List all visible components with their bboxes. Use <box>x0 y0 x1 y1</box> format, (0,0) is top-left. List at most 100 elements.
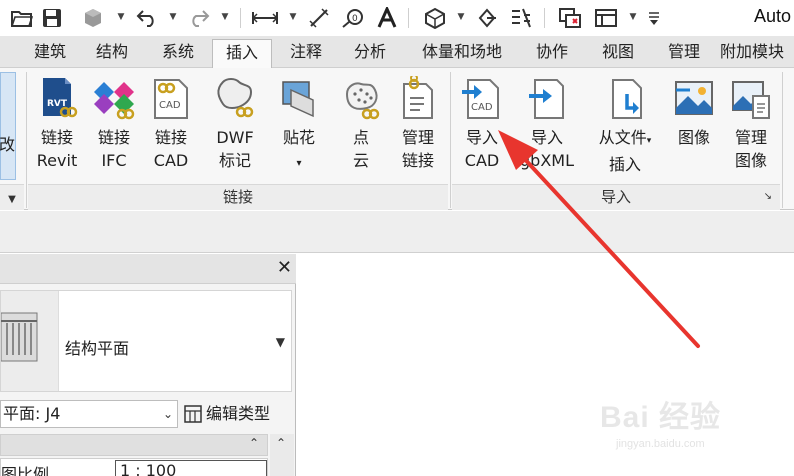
cloud-dropdown-icon[interactable]: ▼ <box>116 10 126 24</box>
watermark-url: jingyan.baidu.com <box>616 438 705 450</box>
link-ifc-label: 链接 IFC <box>97 128 130 170</box>
tab-insert[interactable]: 插入 <box>212 39 272 69</box>
3d-view-icon[interactable] <box>420 6 450 30</box>
properties-scrollbar[interactable]: ⌃ <box>270 434 294 476</box>
tab-view[interactable]: 视图 <box>586 36 650 68</box>
open-icon[interactable] <box>10 6 34 30</box>
svg-text:0: 0 <box>352 14 358 24</box>
measure-icon[interactable] <box>250 6 280 30</box>
panel-separator <box>26 72 27 208</box>
watermark: Bai 经验 jingyan.baidu.com <box>590 392 780 472</box>
tab-architecture[interactable]: 建筑 <box>20 36 80 68</box>
toolbar-separator <box>408 8 409 28</box>
panel-separator <box>782 72 783 208</box>
tab-collaborate[interactable]: 协作 <box>520 36 584 68</box>
app-title: Auto <box>754 6 792 26</box>
panel-launcher-icon[interactable]: ↘ <box>764 185 772 209</box>
tab-add-ins[interactable]: 附加模块 <box>720 36 794 68</box>
manage-images-label: 管理 图像 <box>734 128 767 170</box>
tab-annotate[interactable]: 注释 <box>276 36 336 68</box>
manage-images-icon <box>732 81 770 119</box>
thin-lines-icon[interactable] <box>508 6 534 30</box>
edit-type-button[interactable]: 编辑类型 <box>184 400 270 428</box>
toolbar-separator <box>240 8 241 28</box>
link-cad-icon: CAD <box>154 79 188 119</box>
quick-access-toolbar: ▼ ▼ ▼ ▼ 0 ▼ ▼ Auto <box>0 0 794 36</box>
view-instance-select[interactable]: 平面: J4 ⌄ <box>0 400 178 428</box>
dwf-markup-label: DWF 标记 <box>216 128 254 170</box>
panel-import-label: 导入 <box>600 188 631 206</box>
dwf-markup-icon <box>217 78 254 118</box>
customize-toolbar-icon[interactable] <box>644 6 664 30</box>
watermark-text: Bai 经验 <box>600 401 722 434</box>
redo-icon[interactable] <box>186 6 212 30</box>
decal-label: 贴花 ▾ <box>282 128 315 169</box>
property-value-field[interactable]: 1 : 100 <box>115 460 267 476</box>
collapse-icon[interactable]: ⌃ <box>249 436 259 450</box>
tag-icon[interactable]: 0 <box>340 6 366 30</box>
text-icon[interactable] <box>374 6 400 30</box>
insert-dropdown-icon[interactable]: ▾ <box>647 136 652 146</box>
point-cloud-button[interactable]: 点云 <box>332 68 390 180</box>
tab-analyze[interactable]: 分析 <box>340 36 400 68</box>
close-icon[interactable]: ✕ <box>277 257 292 278</box>
tab-systems[interactable]: 系统 <box>148 36 208 68</box>
import-cad-icon: CAD <box>462 79 499 119</box>
3d-view-dropdown-icon[interactable]: ▼ <box>456 10 466 24</box>
dwf-markup-button[interactable]: DWF 标记 <box>204 68 266 180</box>
close-hidden-windows-icon[interactable] <box>556 6 584 30</box>
panel-separator <box>450 72 451 208</box>
link-ifc-icon <box>94 82 135 120</box>
edit-type-icon <box>184 405 202 423</box>
import-cad-button[interactable]: CAD 导入 CAD <box>454 68 510 180</box>
measure-dropdown-icon[interactable]: ▼ <box>288 10 298 24</box>
link-cad-button[interactable]: CAD 链接 CAD <box>142 68 200 180</box>
type-dropdown-icon[interactable]: ▼ <box>276 335 285 349</box>
tab-structure[interactable]: 结构 <box>82 36 142 68</box>
chevron-down-icon: ⌄ <box>162 407 173 421</box>
import-gbxml-button[interactable]: 导入 gbXML <box>512 68 582 180</box>
type-thumbnail <box>0 291 59 391</box>
ribbon-tabs: 建筑 结构 系统 插入 注释 分析 体量和场地 协作 视图 管理 附加模块 <box>0 36 794 69</box>
options-bar <box>0 211 794 253</box>
cloud-models-icon[interactable] <box>80 6 106 30</box>
decal-icon <box>282 81 314 118</box>
insert-from-file-button[interactable]: 从文件▾ 插入 <box>590 68 660 180</box>
import-gbxml-label: 导入 gbXML <box>520 128 574 170</box>
undo-icon[interactable] <box>134 6 160 30</box>
svg-text:CAD: CAD <box>159 100 181 111</box>
properties-header: ✕ <box>0 254 296 284</box>
switch-windows-icon[interactable] <box>592 6 622 30</box>
insert-from-file-icon <box>612 79 642 119</box>
decal-button[interactable]: 贴花 ▾ <box>268 68 330 180</box>
svg-text:CAD: CAD <box>471 102 493 113</box>
undo-dropdown-icon[interactable]: ▼ <box>168 10 178 24</box>
type-selector[interactable]: 结构平面 ▼ <box>0 290 292 392</box>
scroll-up-icon[interactable]: ⌃ <box>276 436 286 450</box>
modify-button[interactable]: 改 <box>0 72 16 180</box>
panel-link-bar: 链接 <box>28 184 448 210</box>
type-name: 结构平面 <box>65 339 130 358</box>
image-icon <box>675 81 713 115</box>
tab-massing-site[interactable]: 体量和场地 <box>408 36 516 68</box>
property-group-header[interactable]: ⌃ <box>0 434 268 456</box>
link-ifc-button[interactable]: 链接 IFC <box>86 68 142 180</box>
link-revit-label: 链接 Revit <box>36 128 78 170</box>
section-icon[interactable] <box>474 6 500 30</box>
manage-images-button[interactable]: 管理 图像 <box>722 68 780 180</box>
tab-manage[interactable]: 管理 <box>652 36 716 68</box>
edit-type-label: 编辑类型 <box>206 404 271 423</box>
save-icon[interactable] <box>40 6 64 30</box>
switch-windows-dropdown-icon[interactable]: ▼ <box>628 10 638 24</box>
panel-dropdown-icon[interactable]: ▼ <box>8 194 16 205</box>
manage-links-icon <box>403 76 433 119</box>
image-button[interactable]: 图像 <box>666 68 722 180</box>
aligned-dimension-icon[interactable] <box>306 6 332 30</box>
redo-dropdown-icon[interactable]: ▼ <box>220 10 230 24</box>
properties-palette: ✕ 结构平面 ▼ 平面: J4 ⌄ 编辑类型 ⌃ 图比例 1 : 100 ⌃ <box>0 254 296 476</box>
image-label: 图像 <box>677 128 710 147</box>
point-cloud-label: 点云 <box>352 128 369 170</box>
link-revit-button[interactable]: RVT 链接 Revit <box>28 68 86 180</box>
panel-modify-bar: ▼ <box>0 184 24 210</box>
manage-links-button[interactable]: 管理 链接 <box>390 68 446 180</box>
